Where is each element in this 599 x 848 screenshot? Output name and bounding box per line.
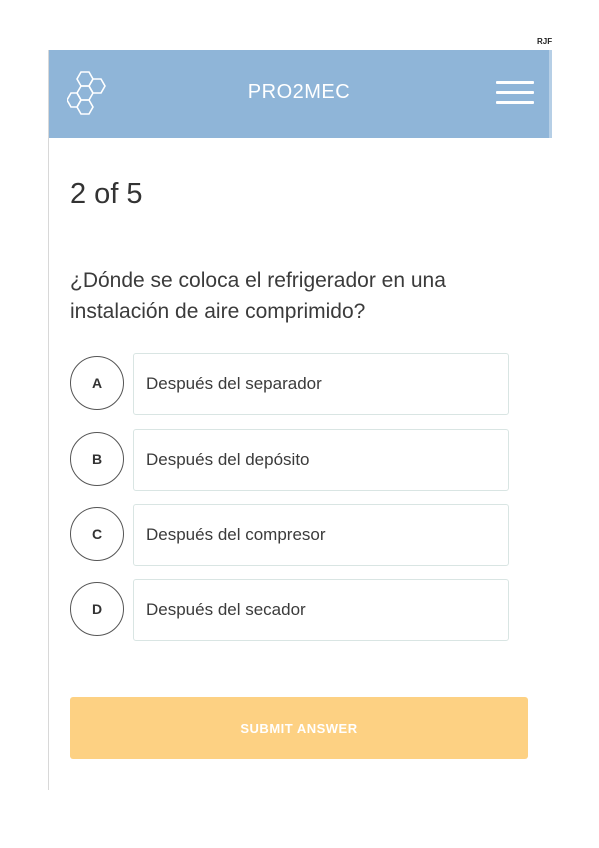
option-text-box[interactable]: Después del separador bbox=[133, 353, 509, 415]
option-letter-badge[interactable]: C bbox=[70, 507, 124, 561]
question-text: ¿Dónde se coloca el refrigerador en una … bbox=[70, 269, 446, 323]
option-letter-badge[interactable]: D bbox=[70, 582, 124, 636]
answer-option-d[interactable]: D Después del secador bbox=[70, 579, 510, 643]
submit-answer-button[interactable]: SUBMIT ANSWER bbox=[70, 697, 528, 759]
option-text-box[interactable]: Después del secador bbox=[133, 579, 509, 641]
question-progress: 2 of 5 bbox=[70, 178, 143, 210]
corner-tag: RJF bbox=[537, 37, 553, 46]
option-letter-badge[interactable]: A bbox=[70, 356, 124, 410]
answer-option-b[interactable]: B Después del depósito bbox=[70, 429, 510, 493]
hamburger-menu-icon[interactable] bbox=[496, 81, 534, 105]
app-frame: PRO2MEC 2 of 5 ¿Dónde se coloca el refri… bbox=[48, 50, 552, 790]
app-title: PRO2MEC bbox=[247, 81, 351, 103]
answer-option-a[interactable]: A Después del separador bbox=[70, 353, 510, 417]
answer-option-c[interactable]: C Después del compresor bbox=[70, 504, 510, 568]
option-text-box[interactable]: Después del depósito bbox=[133, 429, 509, 491]
option-text-box[interactable]: Después del compresor bbox=[133, 504, 509, 566]
app-header: PRO2MEC bbox=[49, 50, 552, 138]
option-letter-badge[interactable]: B bbox=[70, 432, 124, 486]
